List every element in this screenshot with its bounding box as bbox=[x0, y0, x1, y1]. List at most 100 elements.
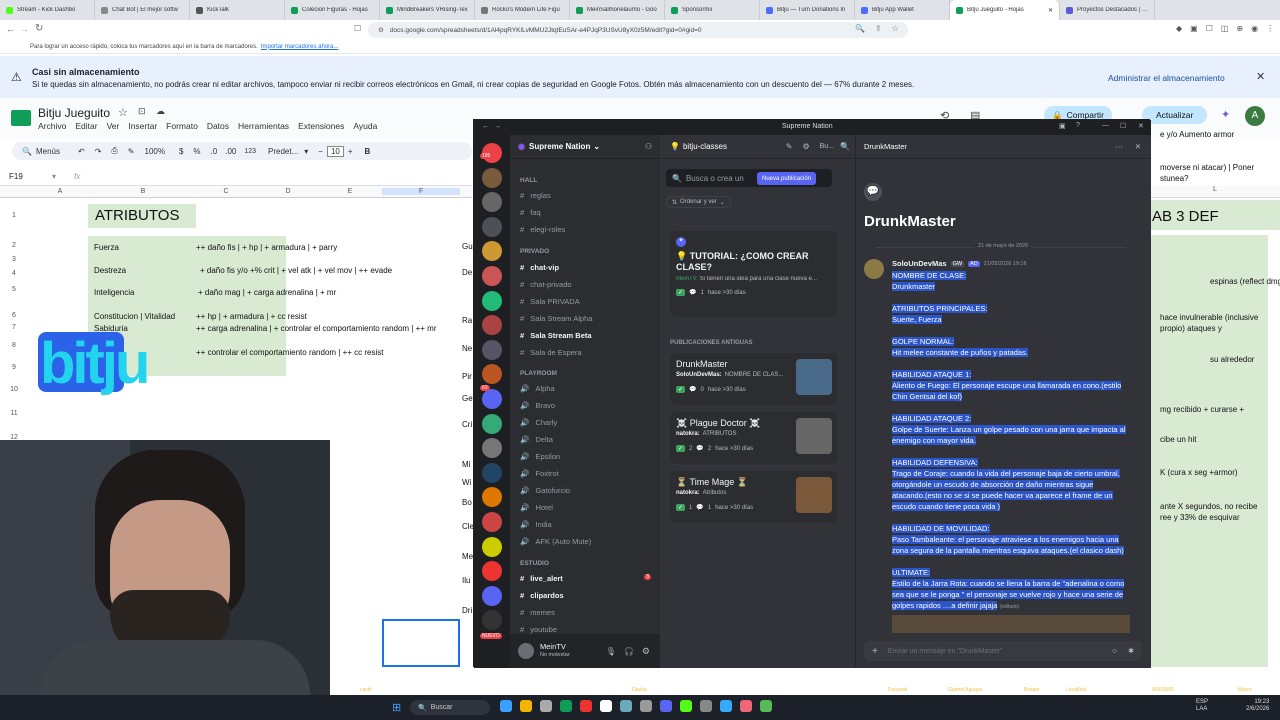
bookmark-icon[interactable]: ☐ bbox=[354, 24, 361, 33]
server-icon[interactable] bbox=[482, 216, 502, 237]
forward-icon[interactable]: → bbox=[494, 123, 501, 130]
taskbar-app-icon[interactable] bbox=[580, 700, 592, 712]
close-icon[interactable]: ✕ bbox=[1048, 7, 1053, 14]
channel-item[interactable]: # Sala Stream Alpha bbox=[520, 314, 592, 323]
channel-item[interactable]: # reglas bbox=[520, 191, 551, 200]
bold-icon[interactable]: B bbox=[365, 147, 371, 156]
taskbar-app-icon[interactable] bbox=[540, 700, 552, 712]
font-size-increase-icon[interactable]: + bbox=[348, 147, 353, 156]
browser-tab[interactable]: Bitju App Wallet bbox=[855, 0, 950, 20]
menu-icon[interactable]: ⋮ bbox=[1266, 24, 1274, 33]
headphones-icon[interactable]: 🎧 bbox=[624, 647, 634, 656]
server-icon[interactable] bbox=[482, 561, 502, 582]
category-estudio[interactable]: ESTUDIO bbox=[520, 560, 549, 567]
channel-item[interactable]: 🔊 India bbox=[520, 520, 552, 529]
zoom-icon[interactable]: 🔍 bbox=[855, 24, 865, 33]
forum-post[interactable]: DrunkMaster SoloUnDevMas: NOMBRE DE CLAS..… bbox=[670, 353, 838, 405]
server-icon[interactable] bbox=[482, 462, 502, 483]
post-thumbnail[interactable] bbox=[796, 359, 832, 395]
browser-tab[interactable]: Chat Bot | El mejor softw bbox=[95, 0, 190, 20]
column-header[interactable]: D bbox=[258, 188, 318, 195]
browser-tab[interactable]: Bitju Jueguito - Hojas ✕ bbox=[950, 0, 1060, 20]
browser-tab[interactable]: MindBreakers VRising-Tex bbox=[380, 0, 475, 20]
close-icon[interactable]: ✕ bbox=[1138, 122, 1144, 130]
star-icon[interactable]: ☆ bbox=[118, 106, 128, 119]
channel-item[interactable]: # live_alert bbox=[520, 574, 563, 583]
column-header[interactable]: B bbox=[92, 188, 194, 195]
address-bar[interactable]: ⚙ docs.google.com/spreadsheets/d/1Al4pqR… bbox=[368, 22, 908, 38]
sheets-logo-icon[interactable] bbox=[11, 110, 31, 126]
author-avatar[interactable] bbox=[864, 259, 884, 279]
category-hall[interactable]: HALL bbox=[520, 177, 537, 184]
channel-item[interactable]: # elegí-roles bbox=[520, 225, 565, 234]
menu-item[interactable]: Extensiones bbox=[298, 121, 344, 131]
channel-item[interactable]: # Sala de Espera bbox=[520, 348, 582, 357]
font-size-decrease-icon[interactable]: − bbox=[318, 147, 323, 156]
channel-item[interactable]: 🔊 Foxtrot bbox=[520, 469, 559, 478]
threads-icon[interactable]: ✎ bbox=[786, 142, 793, 151]
clock[interactable]: 19:23 2/6/2026 bbox=[1246, 699, 1269, 713]
column-header[interactable]: A bbox=[28, 188, 92, 195]
taskbar-app-icon[interactable] bbox=[680, 700, 692, 712]
help-icon[interactable]: ? bbox=[1076, 122, 1080, 129]
server-icon[interactable] bbox=[482, 167, 502, 188]
server-icon[interactable] bbox=[482, 438, 502, 459]
sort-button[interactable]: ⇅ Ordenar y ver ⌄ bbox=[666, 196, 731, 208]
pinned-post[interactable]: ✦ 💡 TUTORIAL: ¿COMO CREAR CLASE? MeinTV:… bbox=[670, 231, 838, 317]
profile-icon[interactable]: ◉ bbox=[1251, 24, 1258, 33]
taskbar-app-icon[interactable] bbox=[520, 700, 532, 712]
channel-item[interactable]: # clipardos bbox=[520, 591, 564, 600]
row-header[interactable]: 5 bbox=[0, 286, 28, 293]
back-icon[interactable]: ← bbox=[6, 24, 15, 34]
column-header[interactable]: C bbox=[194, 188, 258, 195]
server-icon[interactable] bbox=[482, 315, 502, 336]
browser-tab[interactable]: KickTalk bbox=[190, 0, 285, 20]
add-attachment-icon[interactable]: + bbox=[872, 646, 878, 657]
browser-tab[interactable]: Stream - Kick Dashbo bbox=[0, 0, 95, 20]
new-post-button[interactable]: Nueva publicación bbox=[757, 172, 817, 185]
category-privado[interactable]: PRIVADO bbox=[520, 248, 549, 255]
extension-icon[interactable]: ▣ bbox=[1190, 24, 1198, 33]
channel-item[interactable]: # memes bbox=[520, 608, 555, 617]
selected-cell[interactable] bbox=[382, 619, 460, 667]
row-header[interactable]: 1 bbox=[0, 212, 28, 219]
extension-icon[interactable]: ☐ bbox=[1206, 24, 1213, 33]
cell-reference[interactable]: F19 bbox=[9, 172, 23, 181]
browser-tab[interactable]: MeinSalmonelaumo - Goo bbox=[570, 0, 665, 20]
row-header[interactable]: 7 bbox=[0, 324, 28, 331]
decrease-decimal-button[interactable]: .0 bbox=[211, 147, 218, 156]
extension-icon[interactable]: ⊕ bbox=[1236, 24, 1243, 33]
taskbar-app-icon[interactable] bbox=[620, 700, 632, 712]
paint-format-icon[interactable]: ✎ bbox=[128, 147, 135, 156]
server-icon[interactable] bbox=[482, 266, 502, 286]
server-icon[interactable] bbox=[482, 192, 502, 213]
menus-button[interactable]: Menús bbox=[36, 147, 60, 156]
menu-item[interactable]: Ayuda bbox=[353, 121, 377, 131]
search-icon[interactable]: 🔍 bbox=[22, 147, 32, 156]
percent-button[interactable]: % bbox=[193, 147, 200, 156]
message-image[interactable] bbox=[892, 615, 1130, 633]
row-header[interactable]: 4 bbox=[0, 270, 28, 277]
channel-item[interactable]: 🔊 Hotel bbox=[520, 503, 553, 512]
browser-tab[interactable]: Bitju — Turn Donations In bbox=[760, 0, 855, 20]
server-icon[interactable] bbox=[482, 487, 502, 508]
font-size-input[interactable]: 10 bbox=[326, 145, 344, 157]
row-header[interactable]: 8 bbox=[0, 342, 28, 349]
font-select[interactable]: Predet... bbox=[268, 147, 298, 156]
server-icon[interactable] bbox=[482, 364, 502, 385]
manage-storage-button[interactable]: Administrar el almacenamiento bbox=[1108, 73, 1225, 83]
back-icon[interactable]: ← bbox=[482, 123, 489, 130]
row-header[interactable]: 2 bbox=[0, 242, 28, 249]
user-avatar[interactable] bbox=[518, 643, 534, 659]
server-icon[interactable] bbox=[482, 610, 502, 631]
move-icon[interactable]: ⊡ bbox=[138, 106, 146, 117]
channel-item[interactable]: # Sala PRIVADA bbox=[520, 297, 580, 306]
close-icon[interactable]: ✕ bbox=[1256, 70, 1265, 83]
currency-button[interactable]: $ bbox=[179, 147, 183, 156]
post-thumbnail[interactable] bbox=[796, 477, 832, 513]
search-short[interactable]: Bu... bbox=[820, 143, 834, 150]
menu-item[interactable]: Archivo bbox=[38, 121, 66, 131]
maximize-icon[interactable]: ☐ bbox=[1120, 122, 1126, 130]
menu-item[interactable]: Datos bbox=[207, 121, 229, 131]
emoji-icon[interactable]: ☺ bbox=[1111, 648, 1118, 655]
